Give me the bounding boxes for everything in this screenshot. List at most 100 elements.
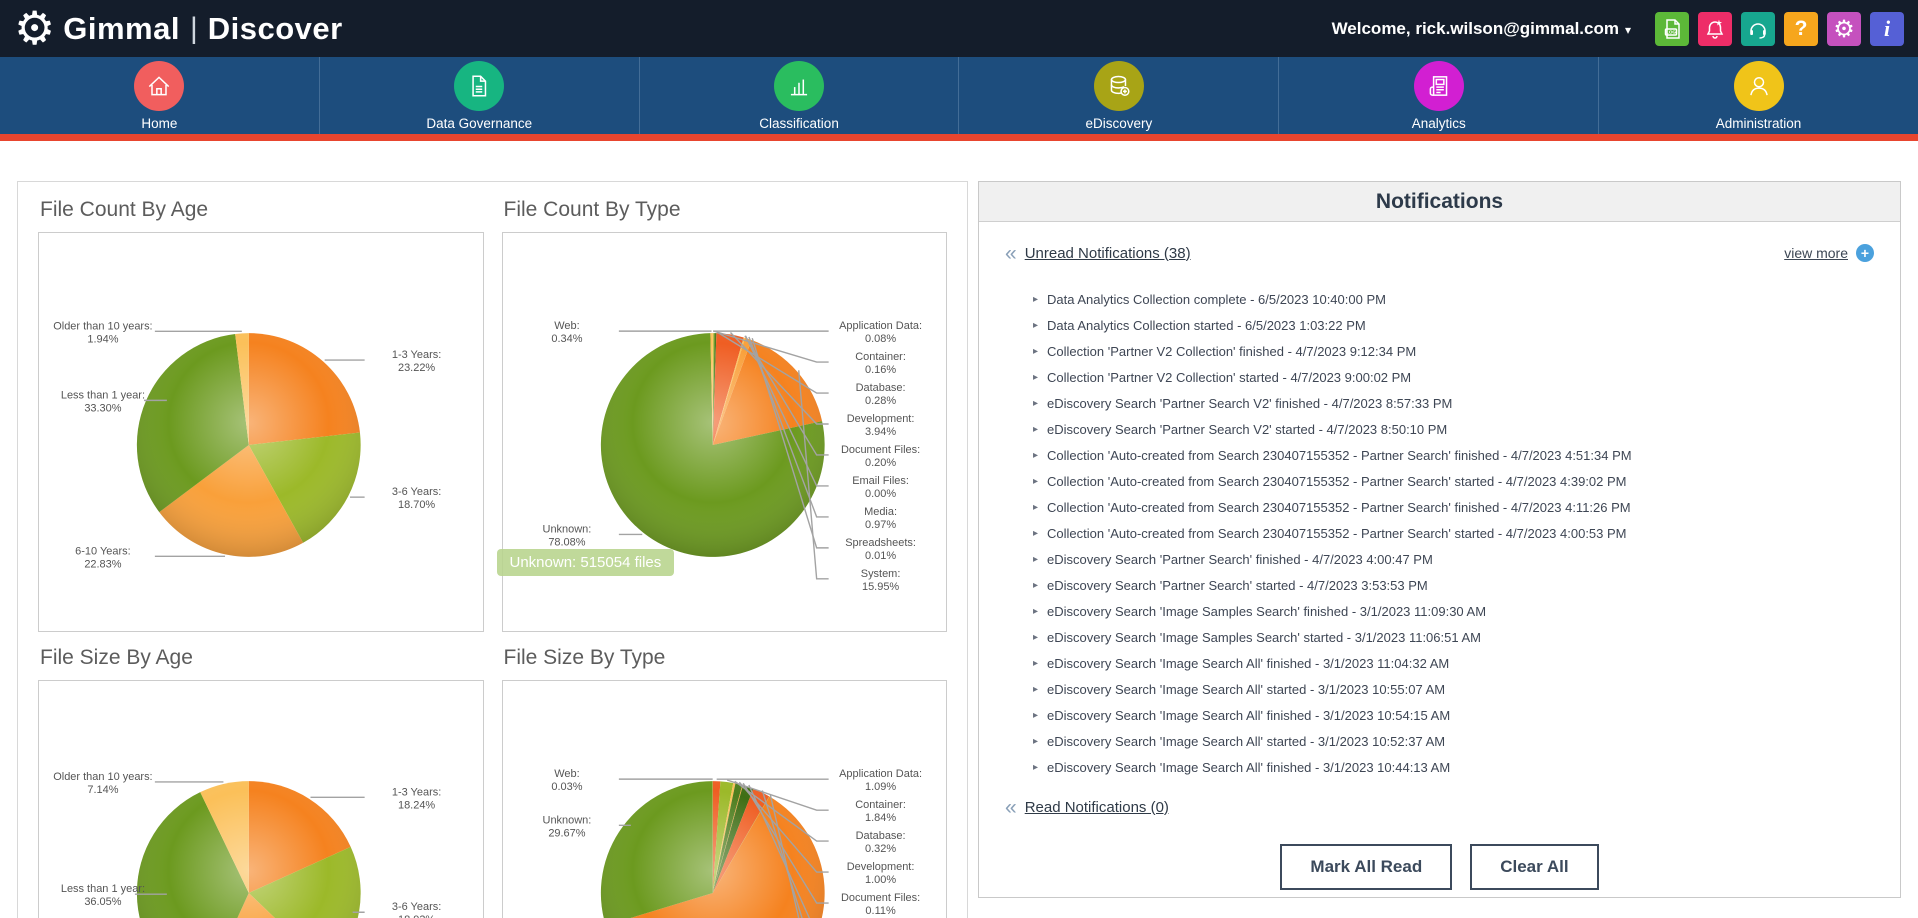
log-icon: LOG (1660, 17, 1684, 41)
pie-label: 3-6 Years:18.70% (392, 486, 441, 511)
read-notifications-link[interactable]: Read Notifications (0) (1025, 799, 1169, 816)
notification-item[interactable]: ▸ eDiscovery Search 'Image Search All' f… (1033, 754, 1874, 780)
person-icon (1734, 61, 1784, 111)
question-icon: ? (1795, 17, 1808, 41)
home-icon (134, 61, 184, 111)
bullet-icon: ▸ (1033, 372, 1038, 383)
brand-gear-icon: ⚙ (14, 5, 55, 51)
notification-item[interactable]: ▸ Collection 'Auto-created from Search 2… (1033, 442, 1874, 468)
bullet-icon: ▸ (1033, 606, 1038, 617)
notification-item[interactable]: ▸ Data Analytics Collection started - 6/… (1033, 312, 1874, 338)
pie-label: Older than 10 years:7.14% (53, 771, 152, 796)
brand-separator: | (190, 12, 198, 46)
help-button[interactable]: ? (1784, 12, 1818, 46)
notification-item[interactable]: ▸ Collection 'Auto-created from Search 2… (1033, 520, 1874, 546)
notification-item[interactable]: ▸ Collection 'Partner V2 Collection' fin… (1033, 338, 1874, 364)
notification-text: Data Analytics Collection started - 6/5/… (1047, 318, 1366, 333)
pie-slice[interactable] (600, 781, 712, 918)
nav-item-classification[interactable]: Classification (640, 57, 960, 134)
pie-label: Web:0.03% (551, 768, 582, 793)
report-icon (1414, 61, 1464, 111)
pie-label: Less than 1 year:33.30% (61, 389, 145, 414)
notification-item[interactable]: ▸ Collection 'Partner V2 Collection' sta… (1033, 364, 1874, 390)
notification-item[interactable]: ▸ eDiscovery Search 'Image Search All' s… (1033, 728, 1874, 754)
nav-label: Data Governance (426, 116, 532, 131)
notification-item[interactable]: ▸ Collection 'Auto-created from Search 2… (1033, 494, 1874, 520)
info-button[interactable]: i (1870, 12, 1904, 46)
notification-text: eDiscovery Search 'Partner Search' start… (1047, 578, 1428, 593)
bullet-icon: ▸ (1033, 658, 1038, 669)
pie-label: Container:1.84% (855, 799, 906, 824)
pie-slice[interactable] (249, 333, 360, 445)
view-more-link[interactable]: view more (1784, 245, 1848, 261)
bullet-icon: ▸ (1033, 684, 1038, 695)
notification-text: Collection 'Auto-created from Search 230… (1047, 448, 1632, 463)
unread-notifications-link[interactable]: Unread Notifications (38) (1025, 245, 1191, 262)
notification-item[interactable]: ▸ Data Analytics Collection complete - 6… (1033, 286, 1874, 312)
pie-label: Less than 1 year:36.05% (61, 883, 145, 908)
nav-item-home[interactable]: Home (0, 57, 320, 134)
notification-item[interactable]: ▸ eDiscovery Search 'Image Search All' f… (1033, 650, 1874, 676)
nav-item-data-governance[interactable]: Data Governance (320, 57, 640, 134)
pie-label: Older than 10 years:1.94% (53, 320, 152, 345)
chart-title: File Size By Age (40, 646, 484, 670)
pie-chart-file-count-by-type[interactable]: Application Data:0.08%Container:0.16%Dat… (502, 232, 948, 632)
pie-label: Database:0.28% (855, 382, 905, 407)
pie-label: Unknown:29.67% (542, 814, 591, 839)
collapse-icon[interactable]: « (1005, 797, 1017, 818)
notification-text: Collection 'Auto-created from Search 230… (1047, 526, 1626, 541)
notification-item[interactable]: ▸ eDiscovery Search 'Partner Search V2' … (1033, 390, 1874, 416)
notification-text: Collection 'Auto-created from Search 230… (1047, 474, 1626, 489)
chevron-down-icon: ▾ (1625, 23, 1631, 37)
notification-text: eDiscovery Search 'Partner Search V2' st… (1047, 422, 1447, 437)
pie-chart-file-count-by-age[interactable]: 1-3 Years:23.22% 3-6 Years:18.70% Older th… (38, 232, 484, 632)
notification-text: eDiscovery Search 'Image Search All' fin… (1047, 760, 1450, 775)
gear-icon: ⚙ (1833, 15, 1855, 43)
notification-item[interactable]: ▸ eDiscovery Search 'Partner Search V2' … (1033, 416, 1874, 442)
log-button[interactable]: LOG (1655, 12, 1689, 46)
nav-item-analytics[interactable]: Analytics (1279, 57, 1599, 134)
notification-text: eDiscovery Search 'Image Search All' sta… (1047, 682, 1445, 697)
bullet-icon: ▸ (1033, 762, 1038, 773)
notifications-panel: Notifications « Unread Notifications (38… (978, 181, 1901, 898)
nav-item-administration[interactable]: Administration (1599, 57, 1918, 134)
pie-chart-file-size-by-age[interactable]: 1-3 Years:18.24%3-6 Years:18.93%6-10 Yea… (38, 680, 484, 918)
bullet-icon: ▸ (1033, 450, 1038, 461)
notification-item[interactable]: ▸ eDiscovery Search 'Partner Search' fin… (1033, 546, 1874, 572)
mark-all-read-button[interactable]: Mark All Read (1280, 844, 1452, 890)
pie-chart-file-size-by-type[interactable]: Application Data:1.09%Container:1.84%Dat… (502, 680, 948, 918)
pie-label: 1-3 Years:23.22% (392, 349, 441, 374)
notification-item[interactable]: ▸ Collection 'Auto-created from Search 2… (1033, 468, 1874, 494)
pie-label: Application Data:1.09% (839, 768, 922, 793)
info-icon: i (1884, 16, 1890, 42)
nav-label: Classification (759, 116, 839, 131)
alerts-button[interactable]: ★ (1698, 12, 1732, 46)
notification-text: Collection 'Auto-created from Search 230… (1047, 500, 1631, 515)
welcome-text: Welcome, rick.wilson@gimmal.com (1332, 19, 1619, 38)
settings-button[interactable]: ⚙ (1827, 12, 1861, 46)
user-menu[interactable]: Welcome, rick.wilson@gimmal.com ▾ (1332, 19, 1631, 39)
brand-product: Discover (208, 11, 343, 47)
nav-item-ediscovery[interactable]: eDiscovery (959, 57, 1279, 134)
notification-item[interactable]: ▸ eDiscovery Search 'Image Search All' f… (1033, 702, 1874, 728)
chart-tooltip: Unknown: 515054 files (497, 549, 675, 576)
pie-label: Document Files:0.20% (840, 444, 919, 469)
bullet-icon: ▸ (1033, 320, 1038, 331)
chart-title: File Count By Age (40, 198, 484, 222)
document-icon (454, 61, 504, 111)
chart-title: File Size By Type (504, 646, 948, 670)
svg-text:★: ★ (1715, 18, 1722, 27)
notification-item[interactable]: ▸ eDiscovery Search 'Image Samples Searc… (1033, 598, 1874, 624)
clear-all-button[interactable]: Clear All (1470, 844, 1598, 890)
notification-item[interactable]: ▸ eDiscovery Search 'Image Samples Searc… (1033, 624, 1874, 650)
header-icon-bar: LOG ★ ? (1655, 12, 1904, 46)
expand-plus-icon[interactable]: + (1856, 244, 1874, 262)
support-button[interactable] (1741, 12, 1775, 46)
notification-item[interactable]: ▸ eDiscovery Search 'Image Search All' s… (1033, 676, 1874, 702)
bar-chart-icon (774, 61, 824, 111)
pie-label: Application Data:0.08% (839, 320, 922, 345)
bullet-icon: ▸ (1033, 710, 1038, 721)
notification-item[interactable]: ▸ eDiscovery Search 'Partner Search' sta… (1033, 572, 1874, 598)
collapse-icon[interactable]: « (1005, 243, 1017, 264)
bullet-icon: ▸ (1033, 476, 1038, 487)
